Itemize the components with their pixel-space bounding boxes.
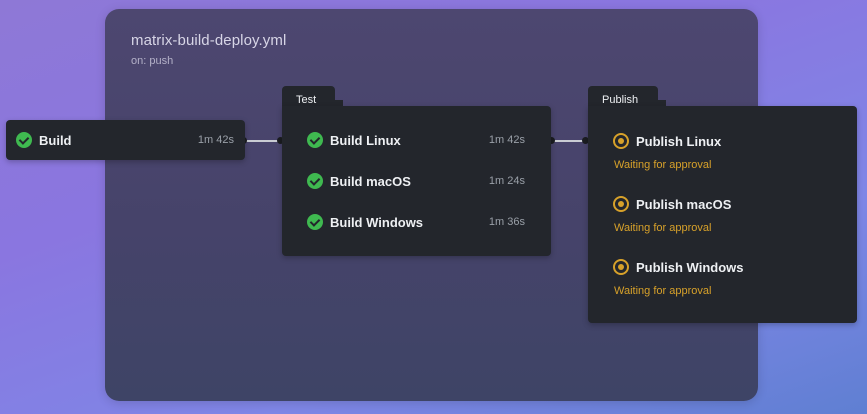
job-status-text: Waiting for approval: [614, 159, 712, 171]
group-tab-publish: Publish: [588, 86, 666, 108]
job-duration: 1m 42s: [197, 134, 234, 146]
job-status-text: Waiting for approval: [614, 222, 712, 234]
job-name: Build: [39, 133, 72, 148]
job-row-build-macos[interactable]: Build macOS 1m 24s: [282, 169, 551, 193]
success-check-icon: [16, 132, 32, 148]
job-name: Build Windows: [330, 215, 424, 230]
job-group-publish: Publish Linux Waiting for approval Publi…: [588, 106, 857, 323]
job-duration: 1m 24s: [488, 175, 525, 187]
success-check-icon: [307, 173, 323, 189]
group-tab-test: Test: [282, 86, 343, 108]
job-row-publish-macos[interactable]: Publish macOS Waiting for approval: [588, 195, 857, 239]
job-name: Build Linux: [330, 133, 401, 148]
waiting-status-icon: [613, 196, 629, 212]
job-row-build-linux[interactable]: Build Linux 1m 42s: [282, 128, 551, 152]
job-row-build-windows[interactable]: Build Windows 1m 36s: [282, 210, 551, 234]
success-check-icon: [307, 214, 323, 230]
workflow-trigger: on: push: [131, 55, 174, 67]
group-label: Test: [296, 94, 317, 106]
success-check-icon: [307, 132, 323, 148]
job-row-publish-windows[interactable]: Publish Windows Waiting for approval: [588, 258, 857, 302]
job-name: Publish Linux: [636, 134, 722, 149]
job-group-test: Build Linux 1m 42s Build macOS 1m 24s Bu…: [282, 106, 551, 256]
job-name: Build macOS: [330, 174, 411, 189]
job-duration: 1m 36s: [488, 216, 525, 228]
workflow-title[interactable]: matrix-build-deploy.yml: [131, 32, 286, 49]
connector-build-to-test: [244, 140, 281, 142]
job-name: Publish Windows: [636, 260, 744, 275]
job-name: Publish macOS: [636, 197, 732, 212]
group-label: Publish: [602, 94, 639, 106]
job-status-text: Waiting for approval: [614, 285, 712, 297]
job-row-publish-linux[interactable]: Publish Linux Waiting for approval: [588, 132, 857, 176]
waiting-status-icon: [613, 133, 629, 149]
job-duration: 1m 42s: [488, 134, 525, 146]
waiting-status-icon: [613, 259, 629, 275]
job-card-build[interactable]: Build 1m 42s: [6, 120, 245, 160]
